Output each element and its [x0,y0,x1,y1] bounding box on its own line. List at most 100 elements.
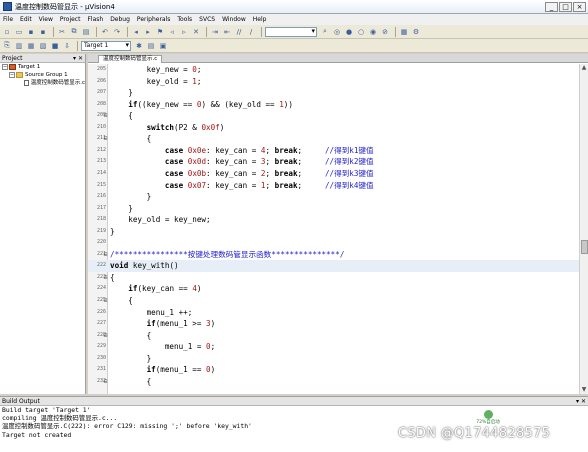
nav-forward-icon[interactable]: ▸ [143,27,153,37]
code-line[interactable]: 215 case 0x07: key_can = 1; break; //得到k… [88,180,579,192]
close-button[interactable]: × [573,2,586,12]
menu-help[interactable]: Help [253,16,267,23]
code-line[interactable]: 217 } [88,203,579,215]
code-line[interactable]: 224 if(key_can == 4) [88,283,579,295]
code-line[interactable]: 220 [88,237,579,249]
code-line[interactable]: 231 if(menu_1 == 0) [88,364,579,376]
debug-start-icon[interactable]: ● [344,27,354,37]
code-line[interactable]: 213 case 0x0d: key_can = 3; break; //得到k… [88,156,579,168]
save-icon[interactable]: ▪ [26,27,36,37]
menu-flash[interactable]: Flash [87,16,103,23]
code-line[interactable]: 211 ⊟ { [88,133,579,145]
code-line[interactable]: 223 ⊟{ [88,272,579,284]
undo-icon[interactable]: ↶ [100,27,110,37]
build-icon[interactable]: ▥ [14,41,24,51]
code-area[interactable]: 205 key_new = 0; 206 key_old = 1; 207 } 208… [88,64,579,394]
fold-toggle-icon[interactable]: ⊟ [103,110,108,122]
scroll-up-icon[interactable]: ▲ [580,64,588,72]
code-line[interactable]: 228 ⊟ { [88,330,579,342]
code-line[interactable]: 206 key_old = 1; [88,76,579,88]
minimize-button[interactable]: _ [545,2,558,12]
menu-tools[interactable]: Tools [177,16,192,23]
comment-icon[interactable]: // [234,27,244,37]
code-line[interactable]: 221 ⊟/****************按键处理数码管显示函数********… [88,249,579,261]
menu-project[interactable]: Project [60,16,81,23]
batch-build-icon[interactable]: ▧ [38,41,48,51]
code-line[interactable]: 225 ⊟ { [88,295,579,307]
stop-build-icon[interactable]: ■ [50,41,60,51]
fold-toggle-icon[interactable]: ⊟ [103,249,108,261]
fold-toggle-icon[interactable]: ⊟ [103,330,108,342]
menu-file[interactable]: File [3,16,13,23]
code-line[interactable]: 209 ⊟ { [88,110,579,122]
code-line[interactable]: 207 } [88,87,579,99]
maximize-button[interactable]: □ [559,2,572,12]
code-line[interactable]: 205 key_new = 0; [88,64,579,76]
redo-icon[interactable]: ↷ [112,27,122,37]
code-line[interactable]: 216 } [88,191,579,203]
code-line[interactable]: 208 if((key_new == 0) && (key_old == 1)) [88,99,579,111]
fold-toggle-icon[interactable]: ⊟ [103,295,108,307]
save-all-icon[interactable]: ▪ [38,27,48,37]
find-icon[interactable]: ⌕ [320,27,330,37]
find-in-files-icon[interactable]: ◎ [332,27,342,37]
configure-icon[interactable]: ⚙ [411,27,421,37]
code-line[interactable]: 229 menu_1 = 0; [88,341,579,353]
code-line[interactable]: 232 ⊟ { [88,376,579,388]
window-layout-icon[interactable]: ▦ [399,27,409,37]
scroll-down-icon[interactable]: ▼ [580,386,588,394]
code-line[interactable]: 210 switch(P2 & 0x0f) [88,122,579,134]
code-line[interactable]: 226 menu_1 ++; [88,307,579,319]
fold-toggle-icon[interactable]: ⊟ [103,133,108,145]
code-line[interactable]: 218 key_old = key_new; [88,214,579,226]
fold-toggle-icon[interactable]: ⊟ [103,272,108,284]
panel-close-icon[interactable]: ▾ ✕ [576,397,586,406]
collapse-icon[interactable]: − [2,64,8,70]
panel-close-icon[interactable]: ▾ ✕ [73,54,83,63]
bookmark-prev-icon[interactable]: ◃ [167,27,177,37]
menu-edit[interactable]: Edit [20,16,32,23]
menu-peripherals[interactable]: Peripherals [137,16,170,23]
find-combo[interactable] [265,26,317,37]
tree-item-target[interactable]: − Target 1 [0,63,85,71]
menu-view[interactable]: View [39,16,53,23]
collapse-icon[interactable]: − [9,72,15,78]
vertical-scrollbar[interactable]: ▲ ▼ [579,64,588,394]
breakpoint-icon[interactable]: ○ [356,27,366,37]
code-line[interactable]: 219} [88,226,579,238]
bookmark-icon[interactable]: ⚑ [155,27,165,37]
download-icon[interactable]: ⇩ [62,41,72,51]
breakpoint-toggle-icon[interactable]: ◉ [368,27,378,37]
menu-svcs[interactable]: SVCS [199,16,215,23]
open-file-icon[interactable]: ▭ [14,27,24,37]
tree-item-source-group[interactable]: − Source Group 1 [0,71,85,79]
scroll-thumb[interactable] [581,240,588,254]
breakpoint-kill-icon[interactable]: ⊘ [380,27,390,37]
current-code-line[interactable]: 222 void key_with() [88,260,579,272]
nav-back-icon[interactable]: ◂ [131,27,141,37]
tab-source-file[interactable]: 温度控制数码管显示.c [98,55,163,63]
code-line[interactable]: 214 case 0x0b: key_can = 2; break; //得到k… [88,168,579,180]
menu-debug[interactable]: Debug [110,16,130,23]
new-file-icon[interactable]: ▫ [2,27,12,37]
unindent-icon[interactable]: ⇤ [222,27,232,37]
copy-icon[interactable]: ⧉ [69,27,79,37]
fold-toggle-icon[interactable]: ⊟ [103,376,108,388]
code-line[interactable]: 212 case 0x0e: key_can = 4; break; //得到k… [88,145,579,157]
target-select[interactable]: Target 1 [81,40,131,51]
tree-item-file[interactable]: 温度控制数码管显示.c [0,79,85,87]
paste-icon[interactable]: ▤ [81,27,91,37]
cut-icon[interactable]: ✂ [57,27,67,37]
code-line[interactable]: 227 if(menu_1 >= 3) [88,318,579,330]
uncomment-icon[interactable]: / [246,27,256,37]
multi-project-icon[interactable]: ▣ [158,41,168,51]
code-line[interactable]: 230 } [88,353,579,365]
menu-window[interactable]: Window [222,16,246,23]
indent-icon[interactable]: ⇥ [210,27,220,37]
manage-components-icon[interactable]: ▤ [146,41,156,51]
rebuild-icon[interactable]: ▦ [26,41,36,51]
translate-icon[interactable]: ⎘ [2,41,12,51]
target-options-icon[interactable]: ✱ [134,41,144,51]
bookmark-next-icon[interactable]: ▹ [179,27,189,37]
bookmark-clear-icon[interactable]: ✕ [191,27,201,37]
